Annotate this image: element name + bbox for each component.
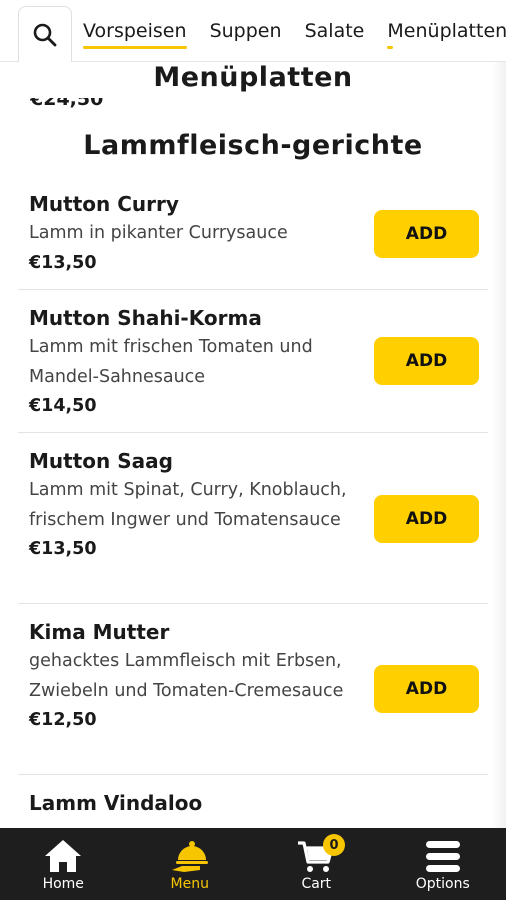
- item-description: Lamm in pikanter Currysauce: [29, 223, 288, 243]
- add-button[interactable]: ADD: [374, 337, 479, 385]
- bottom-navigation: Home Menu 0 Cart Options: [0, 828, 506, 900]
- item-name: Mutton Shahi-Korma: [29, 306, 262, 330]
- item-name: Kima Mutter: [29, 620, 170, 644]
- item-description: Lamm mit frischen Tomaten und Mandel-Sah…: [29, 337, 313, 387]
- menu-item: Mutton Shahi-Korma Lamm mit frischen Tom…: [18, 290, 488, 433]
- nav-options-label: Options: [415, 876, 470, 892]
- add-button[interactable]: ADD: [374, 665, 479, 713]
- nav-menu-label: Menu: [170, 876, 209, 892]
- item-name: Lamm Vindaloo: [29, 791, 203, 815]
- sticky-section-title: Menüplatten: [153, 62, 353, 93]
- options-bars-icon: [423, 836, 463, 876]
- section-title: Lammfleisch-gerichte: [83, 130, 423, 161]
- nav-cart[interactable]: 0 Cart: [253, 828, 380, 900]
- tab-suppen[interactable]: Suppen: [210, 20, 282, 46]
- scroll-edge-shadow: [492, 62, 506, 828]
- item-price: €14,50: [29, 396, 97, 416]
- home-icon: [43, 836, 83, 876]
- nav-menu[interactable]: Menu: [127, 828, 254, 900]
- menu-item: Mutton Saag Lamm mit Spinat, Curry, Knob…: [18, 433, 488, 604]
- menu-cloche-icon: [170, 836, 210, 876]
- tab-salate[interactable]: Salate: [305, 20, 365, 46]
- menu-item: Mutton Curry Lamm in pikanter Currysauce…: [18, 176, 488, 290]
- nav-home[interactable]: Home: [0, 828, 127, 900]
- item-description: Lamm mit Spinat, Curry, Knoblauch, frisc…: [29, 480, 347, 530]
- menu-items-list: Mutton Curry Lamm in pikanter Currysauce…: [18, 176, 488, 855]
- tab-menueplatten[interactable]: Menüplatten: [387, 20, 506, 49]
- add-button[interactable]: ADD: [374, 495, 479, 543]
- search-icon: [33, 23, 57, 46]
- nav-options[interactable]: Options: [380, 828, 506, 900]
- item-name: Mutton Saag: [29, 449, 173, 473]
- category-tabs: Vorspeisen Suppen Salate Menüplatten: [83, 20, 506, 49]
- search-button[interactable]: [18, 6, 72, 62]
- partial-price-cut-off: €24,50: [30, 98, 130, 112]
- item-description: gehacktes Lammfleisch mit Erbsen, Zwiebe…: [29, 651, 344, 701]
- nav-cart-label: Cart: [301, 876, 332, 892]
- add-button[interactable]: ADD: [374, 210, 479, 258]
- nav-home-label: Home: [42, 876, 84, 892]
- partial-price-text: €24,50: [30, 98, 104, 110]
- tab-vorspeisen[interactable]: Vorspeisen: [83, 20, 187, 49]
- category-bar: Vorspeisen Suppen Salate Menüplatten: [0, 0, 506, 62]
- cart-count-badge: 0: [323, 834, 345, 856]
- menu-item: Kima Mutter gehacktes Lammfleisch mit Er…: [18, 604, 488, 775]
